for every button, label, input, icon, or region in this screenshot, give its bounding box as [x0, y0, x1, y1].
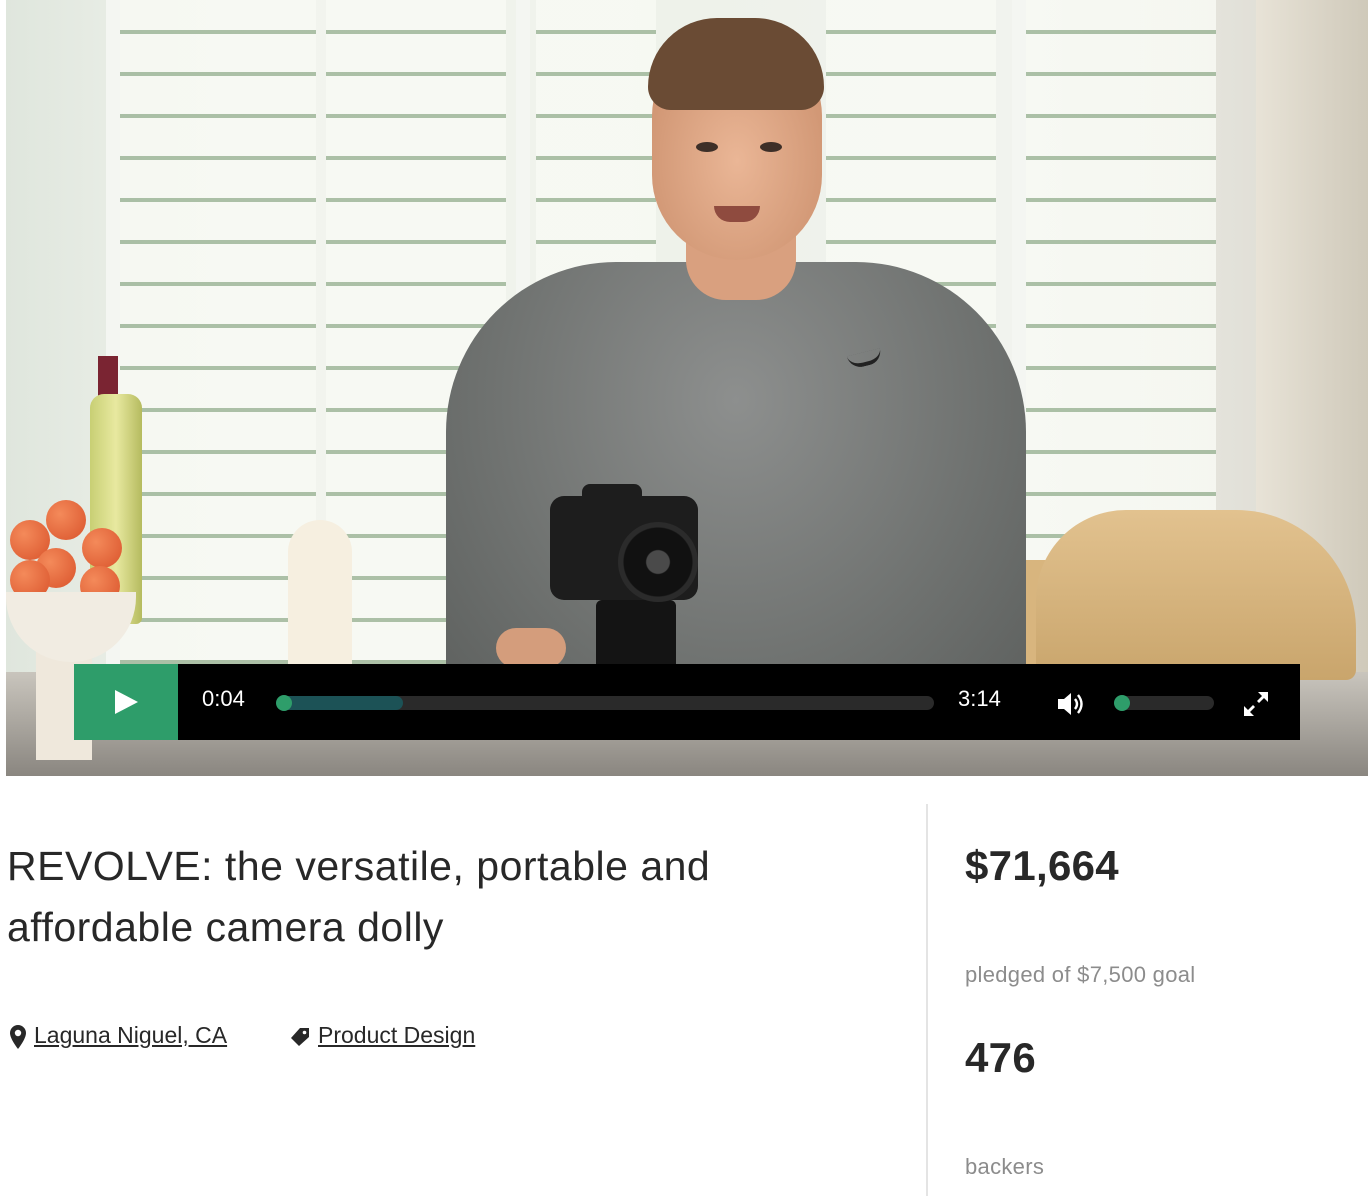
backers-count: 476	[965, 1034, 1036, 1081]
chair	[1036, 510, 1356, 680]
person-hair	[648, 18, 824, 110]
orange	[46, 500, 86, 540]
person-eye	[760, 142, 782, 152]
project-title: REVOLVE: the versatile, portable and aff…	[7, 843, 711, 950]
lamp	[288, 520, 352, 680]
backers-label: backers	[965, 1154, 1045, 1179]
location-link[interactable]: Laguna Niguel, CA	[10, 1022, 227, 1049]
fullscreen-icon[interactable]	[1242, 690, 1270, 718]
current-time: 0:04	[202, 686, 245, 711]
person-eye	[696, 142, 718, 152]
pledged-label: pledged of $7,500 goal	[965, 962, 1196, 987]
campaign-video[interactable]	[6, 0, 1368, 776]
play-button[interactable]	[74, 664, 178, 740]
column-divider	[926, 804, 928, 1196]
map-pin-icon	[10, 1024, 26, 1049]
person-hand	[496, 628, 566, 668]
progress-handle[interactable]	[276, 695, 292, 711]
progress-fill	[278, 696, 403, 710]
progress-bar[interactable]	[278, 696, 934, 710]
video-player-controls: 0:04 3:14	[74, 664, 1300, 740]
pledged-amount: $71,664	[965, 842, 1119, 889]
volume-handle[interactable]	[1114, 695, 1130, 711]
category-label: Product Design	[318, 1022, 476, 1048]
tag-icon	[291, 1027, 309, 1046]
duration: 3:14	[958, 686, 1001, 711]
play-icon	[115, 690, 138, 714]
camera-lens	[618, 522, 698, 602]
volume-icon[interactable]	[1056, 690, 1086, 718]
orange	[82, 528, 122, 568]
volume-slider[interactable]	[1116, 696, 1214, 710]
location-label: Laguna Niguel, CA	[34, 1022, 228, 1048]
category-link[interactable]: Product Design	[290, 1022, 475, 1049]
window-shutter	[116, 0, 316, 680]
